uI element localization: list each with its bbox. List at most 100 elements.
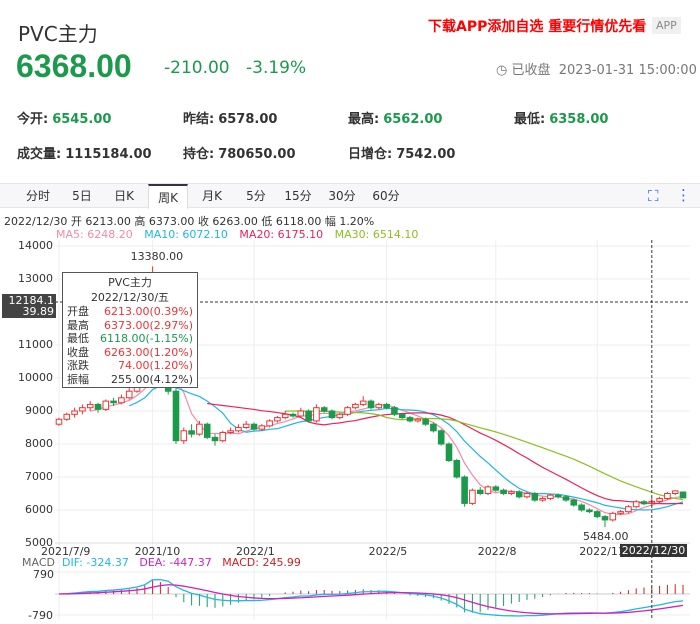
x-tick-label: 2022/8 xyxy=(477,545,517,558)
candle-body xyxy=(274,417,281,422)
candle-body xyxy=(94,403,102,410)
candle-body xyxy=(235,427,242,432)
y-tick-label: 9000 xyxy=(25,404,53,417)
candle-body xyxy=(640,501,648,505)
candle-body xyxy=(547,494,554,499)
candle-body xyxy=(422,418,429,425)
tooltip-row: 涨跌 74.00(1.20%) xyxy=(67,359,193,372)
y-tick-label: 11000 xyxy=(18,338,53,351)
macd-tick-bottom: -790 xyxy=(28,609,53,622)
candle-body xyxy=(445,443,453,461)
y-tick-label: 8000 xyxy=(25,437,53,450)
candle-body xyxy=(313,407,320,422)
candle-body xyxy=(188,430,195,435)
candle-body xyxy=(578,504,585,511)
candle-tooltip: PVC主力 2022/12/30/五 开盘 6213.00(0.39%) 最高 637… xyxy=(62,272,198,388)
candle-body xyxy=(453,460,461,478)
y-tick-label: 13000 xyxy=(18,272,53,285)
candle-body xyxy=(430,423,437,432)
candle-body xyxy=(492,486,500,491)
candle-body xyxy=(125,390,133,399)
candle-body xyxy=(297,410,305,417)
candle-body xyxy=(531,493,539,501)
tooltip-row: 开盘 6213.00(0.39%) xyxy=(67,305,193,318)
candle-body xyxy=(656,497,663,502)
candle-body xyxy=(570,499,578,506)
crosshair-date-label: 2022/12/30 xyxy=(619,544,688,557)
x-tick-label: 2022/5 xyxy=(368,545,408,558)
candle-body xyxy=(515,491,523,498)
crosshair-price-label: 12184.1 39.89 xyxy=(2,294,56,318)
ma10-line xyxy=(128,383,684,511)
candle-body xyxy=(632,501,640,508)
ma30-line xyxy=(285,410,684,501)
max-price-label: 13380.00 xyxy=(130,250,184,264)
candle-body xyxy=(586,509,593,513)
y-tick-label: 10000 xyxy=(18,371,53,384)
candle-body xyxy=(617,511,624,514)
candle-body xyxy=(391,407,398,415)
candle-body xyxy=(508,491,515,495)
tooltip-row: 最低 6118.00(-1.15%) xyxy=(67,332,193,345)
candle-body xyxy=(344,407,351,415)
candle-body xyxy=(258,425,266,430)
candle-body xyxy=(250,423,258,430)
candle-body xyxy=(102,400,110,410)
candle-body xyxy=(110,400,117,404)
candle-body xyxy=(625,506,632,513)
y-tick-label: 6000 xyxy=(25,503,53,516)
tooltip-row: 振幅 255.00(4.12%) xyxy=(67,372,193,386)
candle-body xyxy=(554,494,562,498)
candle-body xyxy=(281,413,289,419)
candle-body xyxy=(539,497,546,501)
candle-body xyxy=(367,400,375,409)
candle-body xyxy=(71,410,78,415)
candle-body xyxy=(484,486,492,494)
candle-body xyxy=(679,491,687,499)
candle-body xyxy=(227,430,234,433)
y-tick-label: 14000 xyxy=(18,239,53,252)
candle-body xyxy=(118,397,125,404)
candle-body xyxy=(305,410,312,422)
candle-body xyxy=(523,493,531,498)
candle-body xyxy=(671,490,679,494)
candle-body xyxy=(398,413,406,419)
candle-body xyxy=(211,436,219,442)
min-price-label: 5484.00 xyxy=(583,530,629,544)
macd-tick-top: 790 xyxy=(33,568,54,581)
candle-body xyxy=(320,407,328,412)
candle-body xyxy=(266,420,273,427)
y-tick-label: 7000 xyxy=(25,470,53,483)
macd-legend: MACD DIF: -324.37 DEA: -447.37 MACD: 245… xyxy=(22,556,301,569)
candle-body xyxy=(500,489,507,495)
x-tick-label: 2022/11 xyxy=(579,545,625,558)
candle-body xyxy=(609,512,617,521)
tooltip-row: 收盘 6263.00(1.20%) xyxy=(67,345,193,359)
candle-body xyxy=(414,418,422,422)
candle-body xyxy=(86,403,94,409)
candle-body xyxy=(242,423,250,429)
candle-body xyxy=(383,403,390,409)
candle-body xyxy=(352,403,359,409)
candle-body xyxy=(461,476,468,504)
candle-body xyxy=(180,430,188,442)
candle-body xyxy=(219,431,227,442)
candle-body xyxy=(593,511,601,518)
candle-body xyxy=(63,413,71,420)
candle-body xyxy=(406,417,414,422)
candle-body xyxy=(203,423,211,438)
candle-body xyxy=(196,423,203,435)
candle-body xyxy=(437,430,445,445)
candle-body xyxy=(336,413,344,419)
candle-body xyxy=(359,400,367,405)
candle-body xyxy=(55,418,63,425)
candle-body xyxy=(289,413,297,417)
candle-body xyxy=(172,390,180,442)
candle-body xyxy=(469,489,476,504)
candle-body xyxy=(328,410,336,419)
candle-body xyxy=(375,403,383,409)
candle-body xyxy=(79,407,86,412)
candle-body xyxy=(562,496,570,501)
tooltip-row: 最高 6373.00(2.97%) xyxy=(67,318,193,332)
candle-body xyxy=(476,489,484,495)
